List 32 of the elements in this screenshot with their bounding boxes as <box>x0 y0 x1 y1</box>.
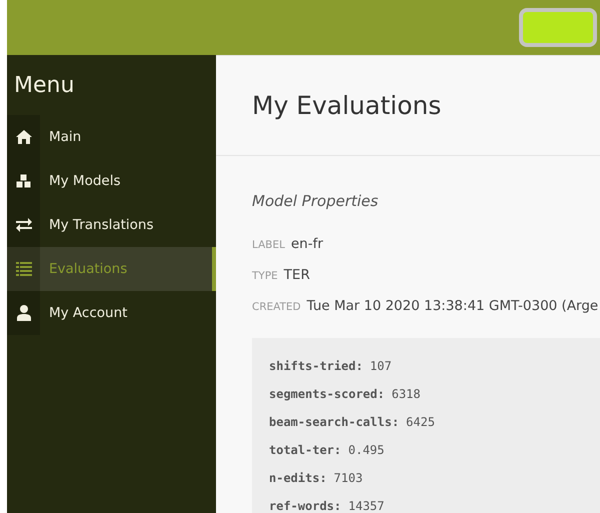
property-value: TER <box>284 267 310 283</box>
section-title: Model Properties <box>252 192 380 210</box>
header-button[interactable] <box>519 8 597 47</box>
metric-key: n-edits: <box>269 471 327 485</box>
property-label: LABEL <box>252 239 285 251</box>
metric-key: total-ter: <box>269 443 342 457</box>
sidebar-item[interactable]: My Account <box>7 291 216 335</box>
property-value: en-fr <box>290 236 324 252</box>
menu-title: Menu <box>13 72 76 100</box>
metric-value: 107 <box>370 359 392 373</box>
property-label: TYPE <box>252 270 278 282</box>
sidebar-item[interactable]: Main <box>7 115 216 159</box>
user-icon <box>16 305 30 321</box>
property-value: Tue Mar 10 2020 13:38:41 GMT-0300 (Arge <box>306 298 598 314</box>
swap-arrows-icon <box>16 218 32 232</box>
metric-value: 0.495 <box>348 443 384 457</box>
sidebar-item[interactable]: My Models <box>7 159 216 203</box>
list-icon <box>16 262 32 276</box>
page-title: My Evaluations <box>252 91 442 120</box>
metric-value: 7103 <box>334 471 363 485</box>
sidebar-item[interactable]: My Translations <box>7 203 216 247</box>
property-label: CREATED <box>252 301 301 313</box>
metric-key: ref-words: <box>269 499 342 513</box>
metric-key: beam-search-calls: <box>269 415 400 429</box>
metric-value: 6425 <box>406 415 435 429</box>
cubes-icon <box>14 173 32 189</box>
metric-value: 14357 <box>348 499 384 513</box>
sidebar-item[interactable]: Evaluations <box>7 247 216 291</box>
home-icon <box>16 130 32 144</box>
metric-key: shifts-tried: <box>269 359 363 373</box>
metric-value: 6318 <box>392 387 420 401</box>
metric-key: segments-scored: <box>269 387 385 401</box>
